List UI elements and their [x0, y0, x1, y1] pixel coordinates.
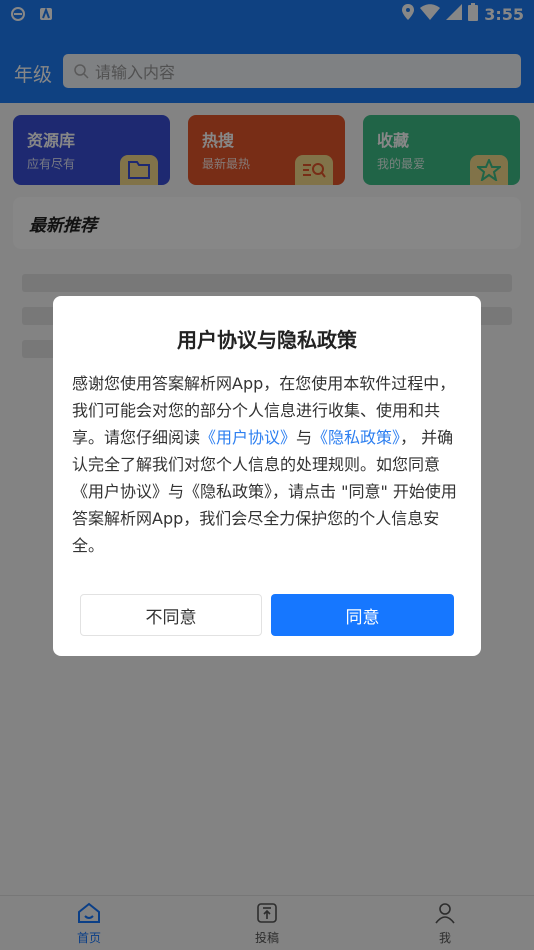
privacy-dialog: 用户协议与隐私政策 感谢您使用答案解析网App，在您使用本软件过程中，我们可能会… [53, 296, 481, 656]
user-agreement-link[interactable]: 《用户协议》 [200, 428, 296, 447]
dialog-text: 与 [296, 428, 313, 447]
dialog-title: 用户协议与隐私政策 [177, 328, 357, 352]
disagree-button[interactable]: 不同意 [80, 594, 262, 636]
privacy-policy-link[interactable]: 《隐私政策》 [312, 428, 400, 447]
dialog-text: ， 并确认完全了解我们对您个人信息的处理规则。如您同意《用户协议》与《隐私政策》… [72, 428, 457, 555]
dialog-body: 感谢您使用答案解析网App，在您使用本软件过程中，我们可能会对您的部分个人信息进… [72, 370, 466, 559]
agree-button[interactable]: 同意 [271, 594, 454, 636]
